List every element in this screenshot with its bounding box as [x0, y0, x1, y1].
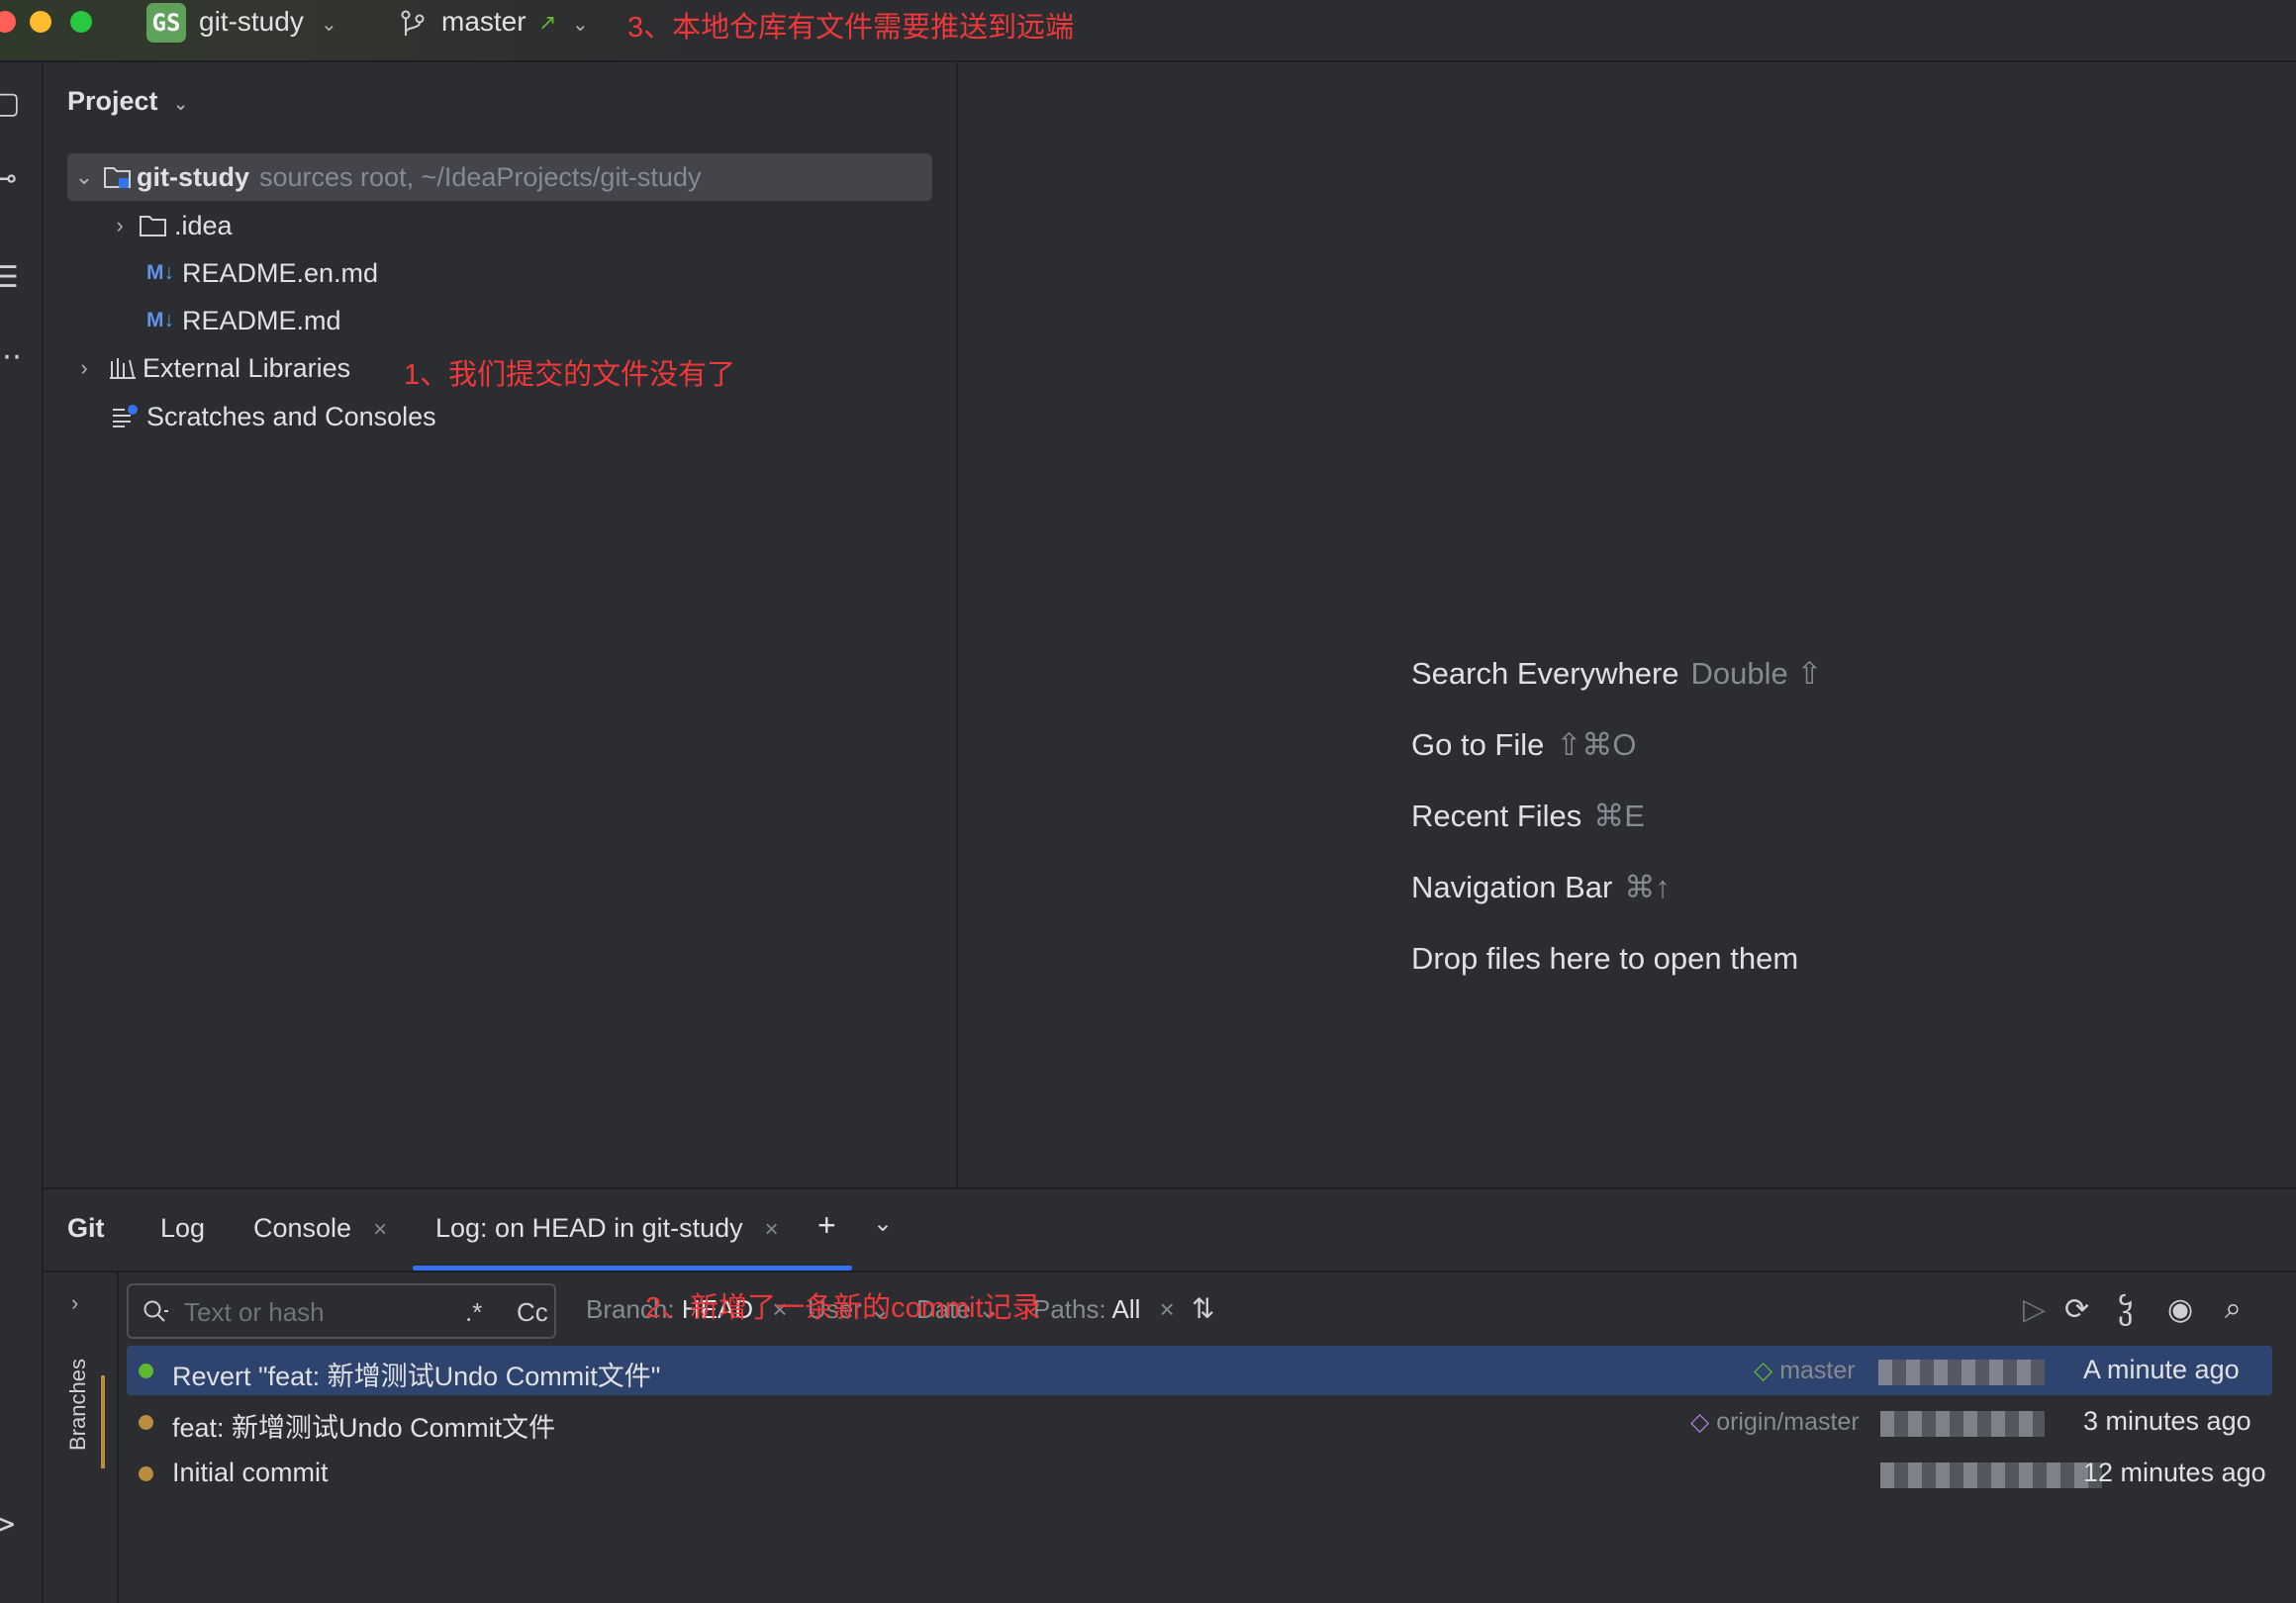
- chevron-down-icon[interactable]: ⌄: [873, 1209, 893, 1238]
- tag-icon: ◇: [1754, 1357, 1773, 1384]
- hint-navigation-bar: Navigation Bar ⌘↑: [1411, 870, 1671, 904]
- divider: [44, 1271, 2296, 1273]
- commit-node: [139, 1415, 153, 1430]
- library-icon: [110, 358, 136, 379]
- tree-item-root[interactable]: ⌄ git-study sources root, ~/IdeaProjects…: [69, 154, 702, 200]
- search-placeholder: Text or hash: [184, 1297, 325, 1327]
- close-window-button[interactable]: [0, 11, 16, 33]
- panel-title[interactable]: Project ⌄: [67, 86, 188, 117]
- commit-graph-line: [101, 1375, 105, 1468]
- minimize-window-button[interactable]: [30, 11, 51, 33]
- tree-item-readme[interactable]: M↓ README.md: [146, 298, 341, 343]
- log-search-input[interactable]: Text or hash .* Cc: [127, 1283, 556, 1339]
- author-redacted: [1880, 1411, 2045, 1437]
- match-case-toggle[interactable]: Cc: [517, 1297, 548, 1328]
- table-row[interactable]: Initial commit 12 minutes ago: [127, 1449, 2296, 1498]
- outgoing-arrow-icon: ↗: [538, 10, 557, 35]
- refresh-icon[interactable]: ⟳: [2064, 1292, 2089, 1327]
- branch-ref: ◇ master: [1754, 1357, 1856, 1384]
- branches-pane: › Branches: [44, 1273, 119, 1603]
- hint-drop-files: Drop files here to open them: [1411, 941, 1799, 976]
- branch-name[interactable]: master: [441, 6, 526, 38]
- module-folder-icon: [104, 167, 131, 188]
- commit-node: [139, 1466, 153, 1481]
- close-icon[interactable]: ×: [765, 1216, 779, 1243]
- title-bar: GS git-study ⌄ master ↗ ⌄ 3、本地仓库有文件需要推送到…: [0, 0, 2296, 62]
- tab-log-head[interactable]: Log: on HEAD in git-study ×: [435, 1213, 779, 1244]
- more-tools-icon[interactable]: ⋯: [0, 339, 22, 374]
- commit-node: [139, 1364, 153, 1378]
- folder-icon: [140, 216, 166, 236]
- chevron-right-icon[interactable]: ›: [105, 213, 135, 238]
- chevron-down-icon[interactable]: ⌄: [321, 12, 337, 37]
- tree-item-scratches[interactable]: Scratches and Consoles: [111, 394, 436, 439]
- markdown-icon: M↓: [146, 309, 174, 331]
- hint-go-to-file: Go to File ⇧⌘O: [1411, 727, 1637, 762]
- hint-search-everywhere: Search Everywhere Double ⇧: [1411, 656, 1823, 691]
- play-icon[interactable]: ▷: [2023, 1292, 2046, 1327]
- chevron-right-icon[interactable]: ›: [71, 1290, 78, 1316]
- editor-area: Search Everywhere Double ⇧ Go to File ⇧⌘O …: [960, 62, 2296, 1187]
- sort-icon[interactable]: ⇅: [1192, 1292, 1214, 1325]
- close-icon[interactable]: ×: [373, 1216, 387, 1243]
- annotation-files-gone: 1、我们提交的文件没有了: [404, 359, 736, 391]
- hint-recent-files: Recent Files ⌘E: [1411, 799, 1645, 833]
- commit-tool-icon[interactable]: ⊸: [0, 161, 17, 196]
- terminal-tool-icon[interactable]: ⊳: [0, 1507, 17, 1542]
- markdown-icon: M↓: [146, 261, 174, 284]
- tab-log[interactable]: Log: [160, 1213, 205, 1244]
- tree-item-readme-en[interactable]: M↓ README.en.md: [146, 250, 378, 296]
- tab-git-title: Git: [67, 1213, 105, 1243]
- table-row[interactable]: Revert "feat: 新增测试Undo Commit文件" ◇ maste…: [127, 1346, 2296, 1395]
- project-panel: Project ⌄ ⌄ git-study sources root, ~/Id…: [44, 62, 958, 1187]
- branches-toggle[interactable]: Branches: [65, 1359, 91, 1451]
- chevron-down-icon[interactable]: ⌄: [572, 12, 589, 37]
- scratches-icon: [113, 405, 138, 427]
- close-icon[interactable]: ×: [1160, 1294, 1175, 1324]
- project-tool-icon[interactable]: ▢: [0, 86, 20, 121]
- author-redacted: [1878, 1360, 2045, 1385]
- author-redacted: [1880, 1462, 2102, 1488]
- tool-window-strip: ▢ ⊸ ☰ ⋯ ⊳: [0, 62, 44, 1603]
- paths-filter[interactable]: Paths: All ×: [1033, 1294, 1175, 1325]
- annotation-new-commit: 2、新增了一条新的commit记录: [645, 1292, 1041, 1324]
- regex-toggle[interactable]: .*: [465, 1297, 482, 1328]
- project-badge[interactable]: GS: [146, 3, 186, 43]
- branch-ref: ◇ origin/master: [1690, 1408, 1860, 1436]
- tab-console[interactable]: Console ×: [253, 1213, 387, 1244]
- project-name[interactable]: git-study: [199, 6, 304, 38]
- eye-icon[interactable]: ◉: [2167, 1292, 2193, 1327]
- tree-item-idea[interactable]: › .idea: [105, 203, 232, 248]
- chevron-down-icon[interactable]: ⌄: [69, 164, 99, 190]
- tree-item-external-libraries[interactable]: › External Libraries: [69, 345, 350, 391]
- annotation-push: 3、本地仓库有文件需要推送到远端: [627, 12, 1075, 44]
- chevron-down-icon[interactable]: ⌄: [173, 94, 188, 114]
- zoom-window-button[interactable]: [70, 11, 92, 33]
- table-row[interactable]: feat: 新增测试Undo Commit文件 ◇ origin/master …: [127, 1397, 2296, 1447]
- structure-tool-icon[interactable]: ☰: [0, 260, 19, 295]
- git-tool-window: Git Log Console × Log: on HEAD in git-stu…: [44, 1187, 2296, 1603]
- tag-icon: ◇: [1690, 1408, 1710, 1436]
- root-hint: sources root, ~/IdeaProjects/git-study: [259, 161, 702, 192]
- chevron-right-icon[interactable]: ›: [69, 355, 99, 381]
- search-icon[interactable]: ⌕: [2225, 1292, 2242, 1326]
- add-tab-icon[interactable]: +: [817, 1207, 836, 1244]
- search-icon: [144, 1300, 168, 1322]
- branch-icon: [401, 10, 425, 36]
- cherry-pick-icon[interactable]: ჴ: [2118, 1292, 2134, 1327]
